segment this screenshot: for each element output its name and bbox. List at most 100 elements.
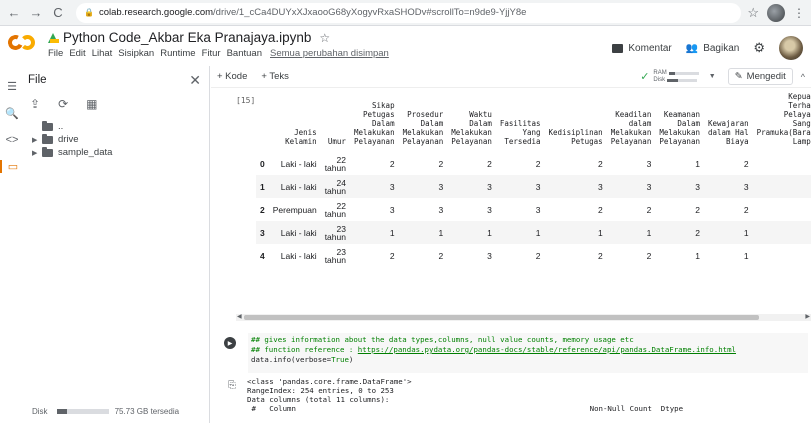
star-icon[interactable]: ☆ [319, 31, 330, 45]
resource-indicator[interactable]: ✓ RAM Disk ▼ [640, 70, 716, 84]
add-code-button[interactable]: + Kode [217, 71, 247, 82]
column-header: Kepuasan Terhadap Pelayanan Sanggar Pram… [756, 92, 811, 146]
row-index: 4 [260, 250, 265, 261]
run-cell-button[interactable]: ▶ [224, 337, 236, 349]
table-cell: 3 [349, 175, 399, 198]
url-host: colab.research.google.com [98, 7, 214, 18]
browser-menu-icon[interactable]: ⋮ [793, 6, 805, 20]
code-statement: data.info(verbose= [251, 355, 332, 364]
menu-file[interactable]: File [48, 48, 63, 59]
code-comment-line: ## gives information about the data type… [251, 335, 634, 344]
table-cell: 2 [695, 204, 700, 215]
column-header: Kewajaran dalam Hal Biaya [707, 119, 749, 146]
code-editor[interactable]: ## gives information about the data type… [248, 333, 808, 373]
menu-help[interactable]: Bantuan [227, 48, 262, 59]
url-path: /drive/1_cCa4DUYxXJxaooG68yXogyvRxaSHODv… [213, 7, 527, 18]
notebook-toolbar: + Kode + Teks ✓ RAM Disk ▼ ✎ Mengedit ^ [211, 66, 811, 88]
folder-icon [42, 120, 53, 131]
column-header [256, 92, 269, 152]
editing-mode-button[interactable]: ✎ Mengedit [727, 68, 793, 85]
table-cell: 2 [389, 250, 395, 261]
execution-count: [15] [236, 96, 256, 105]
add-text-button[interactable]: + Teks [261, 71, 289, 82]
notebook-title[interactable]: Python Code_Akbar Eka Pranajaya.ipynb [63, 30, 311, 45]
comment-icon [612, 43, 624, 53]
tree-item-drive[interactable]: ▶ drive [24, 133, 209, 146]
table-cell: 3 [606, 175, 656, 198]
mount-drive-icon[interactable]: ▦ [86, 97, 97, 111]
chevron-down-icon[interactable]: ▼ [709, 73, 716, 80]
menu-icon[interactable]: ☰ [0, 80, 24, 93]
tree-item-sample-data[interactable]: ▶ sample_data [24, 146, 209, 159]
menu-view[interactable]: Lihat [92, 48, 113, 59]
code-comment-link[interactable]: https://pandas.pydata.org/pandas-docs/st… [358, 345, 736, 354]
browser-toolbar: ← → C 🔒 colab.research.google.com /drive… [0, 0, 811, 26]
upload-icon[interactable]: ⇪ [30, 97, 40, 111]
save-status[interactable]: Semua perubahan disimpan [270, 48, 389, 59]
horizontal-scrollbar[interactable]: ◀ ▶ [236, 314, 811, 321]
column-header: Keadilan dalam Melakukan Pelayanan [610, 110, 652, 146]
file-panel-title: File [28, 74, 47, 86]
search-icon[interactable]: 🔍 [0, 107, 24, 120]
gear-icon[interactable]: ⚙ [753, 40, 765, 56]
column-header: Prosedur Dalam Melakukan Pelayanan [402, 110, 444, 146]
row-index: 2 [260, 204, 265, 215]
avatar[interactable] [779, 36, 803, 60]
table-cell: 2 [597, 158, 603, 169]
table-cell: 3 [487, 204, 492, 215]
back-icon[interactable]: ← [6, 5, 22, 21]
ram-label: RAM [653, 69, 667, 76]
table-cell: 22 tahun [324, 154, 346, 173]
table-cell: 2 [389, 158, 395, 169]
scroll-right-icon[interactable]: ▶ [805, 313, 810, 320]
code-keyword: True [331, 355, 349, 364]
table-cell: 2 [438, 250, 444, 261]
folder-icon [42, 133, 53, 144]
menu-runtime[interactable]: Runtime [160, 48, 195, 59]
colab-logo[interactable] [5, 32, 38, 53]
row-index: 0 [260, 158, 265, 169]
table-cell: Laki - laki [268, 175, 321, 198]
table-cell: 2 [597, 204, 603, 215]
table-cell: 1 [398, 221, 448, 244]
table-cell: Laki - laki [268, 221, 321, 244]
close-icon[interactable]: ✕ [189, 72, 201, 89]
table-cell: 3 [655, 175, 704, 198]
comment-label: Komentar [628, 42, 672, 54]
table-cell: 2 [655, 221, 704, 244]
scroll-left-icon[interactable]: ◀ [237, 313, 242, 320]
comment-button[interactable]: Komentar [612, 42, 672, 54]
menu-tools[interactable]: Fitur [202, 48, 221, 59]
share-button[interactable]: 👥 Bagikan [686, 43, 740, 54]
extension-icon[interactable] [767, 3, 785, 22]
forward-icon[interactable]: → [28, 5, 44, 21]
output-options-icon[interactable]: ⎘ [228, 380, 236, 391]
menu-edit[interactable]: Edit [69, 48, 85, 59]
tree-item-parent[interactable]: .. [24, 120, 209, 133]
table-cell [753, 244, 811, 267]
refresh-icon[interactable]: ⟳ [58, 97, 68, 111]
disk-mini-label: Disk [653, 76, 666, 83]
table-cell: 3 [703, 175, 753, 198]
table-cell: 2 [535, 250, 541, 261]
table-cell [753, 198, 811, 221]
reload-icon[interactable]: C [50, 5, 66, 21]
disk-bar [56, 409, 109, 414]
files-icon[interactable]: ▭ [0, 160, 24, 173]
people-icon: 👥 [685, 42, 699, 54]
menu-insert[interactable]: Sisipkan [118, 48, 154, 59]
caret-icon: ▶ [32, 136, 38, 144]
scrollbar-thumb[interactable] [244, 315, 759, 320]
file-panel: File ✕ ⇪ ⟳ ▦ .. ▶ drive ▶ sample_data Di… [24, 66, 210, 423]
table-cell: 3 [544, 175, 607, 198]
chevron-up-icon[interactable]: ^ [801, 72, 805, 82]
table-row: 3 Laki - laki 23 tahun 1 1 1 1 1 1 2 1 [256, 221, 811, 244]
bookmark-star-icon[interactable]: ☆ [747, 5, 759, 21]
colab-header: Python Code_Akbar Eka Pranajaya.ipynb ☆ … [0, 26, 811, 66]
table-cell: 2 [646, 250, 652, 261]
address-bar[interactable]: 🔒 colab.research.google.com /drive/1_cCa… [76, 2, 742, 23]
row-index: 1 [256, 175, 269, 198]
disk-label: Disk [32, 407, 48, 416]
table-cell: 3 [535, 204, 541, 215]
code-snippets-icon[interactable]: <> [0, 134, 24, 146]
